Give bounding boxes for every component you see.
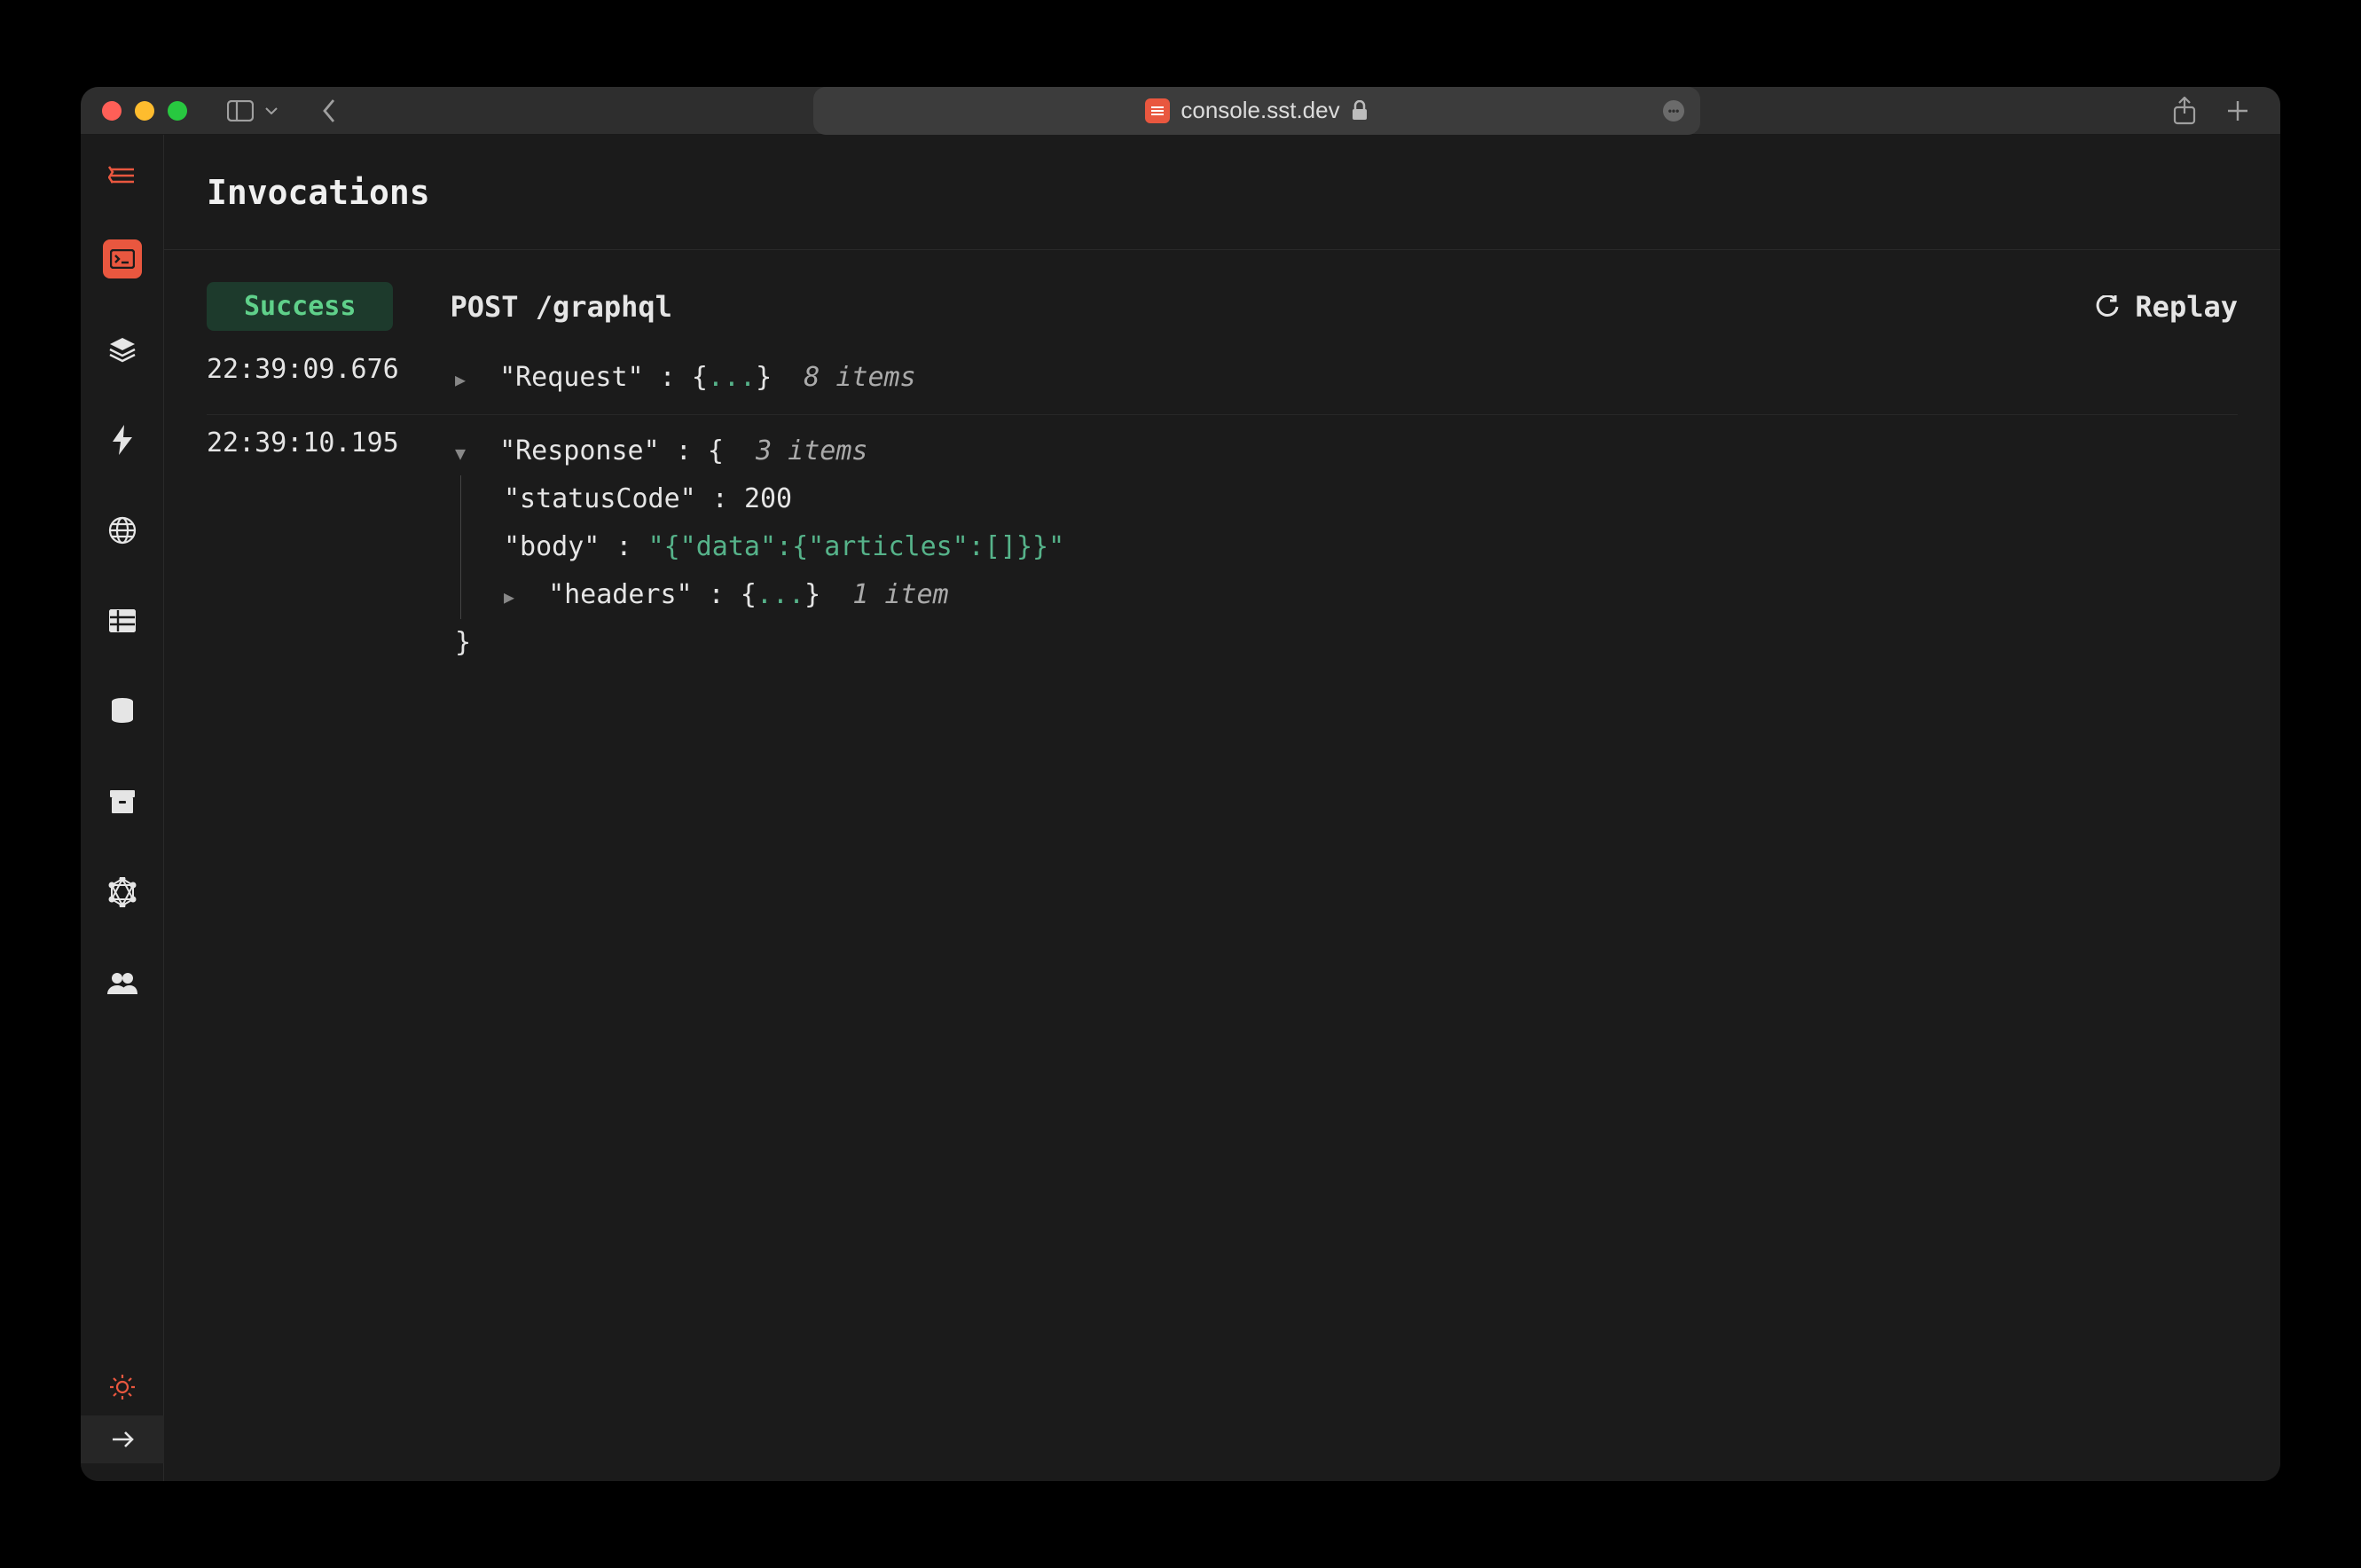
database-icon[interactable]	[103, 692, 142, 731]
request-items-count: 8 items	[804, 362, 915, 393]
sun-icon[interactable]	[103, 1368, 142, 1407]
caret-down-icon: ▼	[455, 437, 471, 469]
window-close-button[interactable]	[102, 101, 122, 121]
response-close-brace: }	[455, 619, 1064, 667]
ellipsis: ...	[708, 362, 756, 393]
response-items-count: 3 items	[756, 435, 867, 466]
headers-items-count: 1 item	[852, 579, 948, 610]
users-icon[interactable]	[103, 963, 142, 1002]
lock-icon	[1351, 100, 1369, 122]
window-zoom-button[interactable]	[168, 101, 187, 121]
status-badge: Success	[207, 282, 393, 331]
sidebar-toggle-icon[interactable]	[226, 97, 255, 125]
response-key: "Response"	[499, 435, 660, 466]
request-row[interactable]: 22:39:09.676 ▶ "Request" : {...} 8 items	[207, 341, 2238, 415]
page-header: Invocations	[164, 135, 2280, 250]
sidebar	[81, 135, 164, 1481]
chevron-down-icon[interactable]	[263, 97, 279, 125]
response-row: 22:39:10.195 ▼ "Response" : { 3 items "s…	[207, 415, 2238, 679]
replay-label: Replay	[2135, 290, 2238, 324]
layers-icon[interactable]	[103, 330, 142, 369]
caret-right-icon: ▶	[504, 581, 520, 613]
request-timestamp: 22:39:09.676	[207, 354, 455, 385]
back-button[interactable]	[315, 97, 343, 125]
body-value: "{"data":{"articles":[]}}"	[648, 531, 1065, 562]
new-tab-icon[interactable]	[2224, 97, 2252, 125]
address-bar[interactable]: console.sst.dev •••	[813, 87, 1700, 135]
share-icon[interactable]	[2170, 97, 2199, 125]
table-icon[interactable]	[103, 601, 142, 640]
browser-window: console.sst.dev •••	[81, 87, 2280, 1481]
site-icon	[1145, 98, 1170, 123]
statuscode-value: 200	[744, 483, 792, 514]
caret-right-icon: ▶	[455, 364, 471, 396]
window-minimize-button[interactable]	[135, 101, 154, 121]
graphql-icon[interactable]	[103, 873, 142, 912]
replay-icon	[2096, 295, 2119, 318]
replay-button[interactable]: Replay	[2096, 290, 2238, 324]
response-header-line[interactable]: ▼ "Response" : { 3 items	[455, 427, 1064, 475]
lightning-icon[interactable]	[103, 420, 142, 459]
terminal-icon[interactable]	[103, 239, 142, 278]
address-url: console.sst.dev	[1180, 97, 1339, 124]
page-title: Invocations	[207, 173, 430, 212]
collapse-sidebar-icon[interactable]	[81, 1415, 164, 1463]
traffic-lights	[102, 101, 187, 121]
response-timestamp: 22:39:10.195	[207, 427, 455, 459]
globe-icon[interactable]	[103, 511, 142, 550]
body-line: "body" : "{"data":{"articles":[]}}"	[504, 523, 1064, 571]
method-path: POST /graphql	[450, 290, 671, 324]
main-panel: Invocations Success POST /graphql Replay	[164, 135, 2280, 1481]
sst-logo-icon[interactable]	[103, 156, 142, 195]
statuscode-line: "statusCode" : 200	[504, 475, 1064, 523]
headers-line[interactable]: ▶ "headers" : {...} 1 item	[504, 571, 1064, 619]
reader-icon[interactable]: •••	[1663, 100, 1684, 122]
titlebar: console.sst.dev •••	[81, 87, 2280, 135]
request-key: "Request"	[499, 362, 644, 393]
archive-icon[interactable]	[103, 782, 142, 821]
